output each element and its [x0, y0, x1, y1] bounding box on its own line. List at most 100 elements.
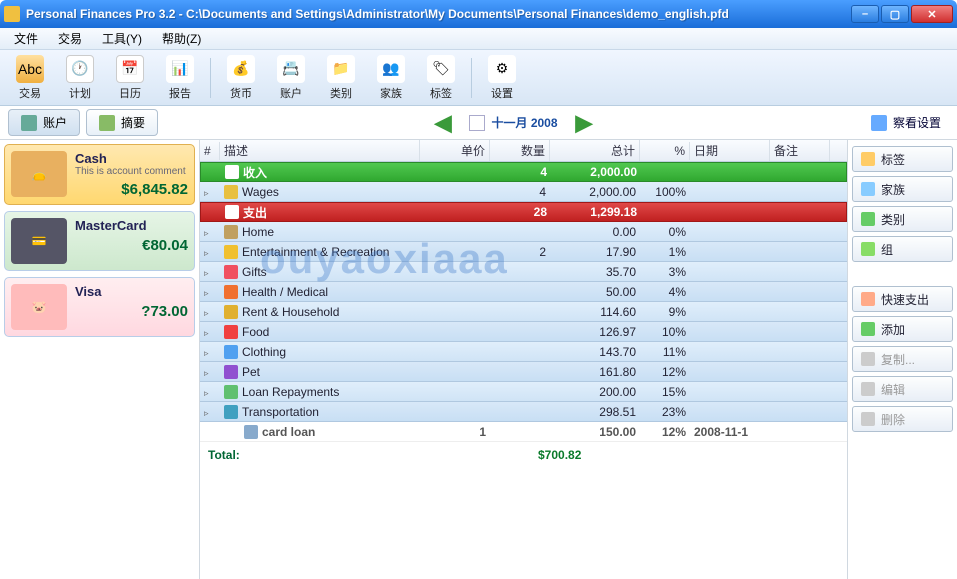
category-icon [224, 365, 238, 379]
panel-quick-expense-button[interactable]: 快速支出 [852, 286, 953, 312]
group-income[interactable]: 收入 42,000.00 [200, 162, 847, 182]
panel-edit-button[interactable]: 编辑 [852, 376, 953, 402]
category-icon [224, 325, 238, 339]
total: 0.00 [550, 224, 640, 240]
month-label[interactable]: 十一月 2008 [469, 114, 557, 131]
copy-icon [861, 352, 875, 366]
piggy-icon: 🐷 [11, 284, 67, 330]
panel-categories-button[interactable]: 类别 [852, 206, 953, 232]
menu-file[interactable]: 文件 [6, 28, 46, 49]
tab-accounts[interactable]: 账户 [8, 109, 80, 136]
close-button[interactable]: ✕ [911, 5, 953, 23]
main-toolbar: Abc交易 🕐计划 📅日历 📊报告 💰货币 📇账户 📁类别 👥家族 🏷标签 ⚙设… [0, 50, 957, 106]
category-label: Pet [242, 365, 260, 379]
month-navigator: ◀ 十一月 2008 ▶ [164, 110, 863, 136]
wallet-icon: 👝 [11, 151, 67, 197]
tab-summary[interactable]: 摘要 [86, 109, 158, 136]
menu-tools[interactable]: 工具(Y) [94, 28, 150, 49]
pct: 0% [640, 224, 690, 240]
category-row[interactable]: ▹Food126.9710% [200, 322, 847, 342]
col-price[interactable]: 单价 [420, 140, 490, 161]
item-icon [244, 425, 258, 439]
toolbar-transactions[interactable]: Abc交易 [6, 53, 54, 103]
category-row[interactable]: ▹Clothing143.7011% [200, 342, 847, 362]
col-total[interactable]: 总计 [550, 140, 640, 161]
expand-icon[interactable]: ▹ [204, 188, 214, 199]
next-month-button[interactable]: ▶ [576, 110, 593, 136]
tag-icon [861, 152, 875, 166]
transaction-row[interactable]: card loan 1 150.00 12% 2008-11-1 [200, 422, 847, 442]
expand-icon[interactable]: ▹ [204, 388, 214, 399]
grid-header: # 描述 单价 数量 总计 % 日期 备注 [200, 140, 847, 162]
panel-copy-button[interactable]: 复制... [852, 346, 953, 372]
toolbar-accounts[interactable]: 📇账户 [267, 53, 315, 103]
toolbar-categories[interactable]: 📁类别 [317, 53, 365, 103]
expand-icon[interactable]: ▹ [204, 308, 214, 319]
category-row[interactable]: ▹Rent & Household114.609% [200, 302, 847, 322]
qty [490, 311, 550, 313]
category-row[interactable]: ▹Wages42,000.00100% [200, 182, 847, 202]
expand-icon[interactable]: ▹ [204, 288, 214, 299]
panel-add-button[interactable]: 添加 [852, 316, 953, 342]
account-card-cash[interactable]: 👝 Cash This is account comment $6,845.82 [4, 144, 195, 205]
minimize-button[interactable]: – [851, 5, 879, 23]
menu-help[interactable]: 帮助(Z) [154, 28, 209, 49]
qty [490, 411, 550, 413]
col-pct[interactable]: % [640, 142, 690, 160]
pct: 1% [640, 244, 690, 260]
account-name: Visa [75, 284, 188, 299]
family-icon [861, 182, 875, 196]
qty [490, 231, 550, 233]
category-row[interactable]: ▹Home0.000% [200, 222, 847, 242]
toolbar-currency[interactable]: 💰货币 [217, 53, 265, 103]
flash-icon [861, 292, 875, 306]
app-icon [4, 6, 20, 22]
toolbar-calendar[interactable]: 📅日历 [106, 53, 154, 103]
sub-toolbar: 账户 摘要 ◀ 十一月 2008 ▶ 察看设置 [0, 106, 957, 140]
pct: 4% [640, 284, 690, 300]
col-qty[interactable]: 数量 [490, 140, 550, 161]
col-desc[interactable]: 描述 [220, 140, 420, 161]
expand-icon[interactable]: ▹ [204, 328, 214, 339]
panel-group-button[interactable]: 组 [852, 236, 953, 262]
category-icon [224, 405, 238, 419]
expand-icon[interactable]: ▹ [204, 248, 214, 259]
toolbar-family[interactable]: 👥家族 [367, 53, 415, 103]
category-label: Gifts [242, 265, 267, 279]
expand-icon[interactable]: ▹ [204, 348, 214, 359]
category-row[interactable]: ▹Gifts35.703% [200, 262, 847, 282]
maximize-button[interactable]: ▢ [881, 5, 909, 23]
prev-month-button[interactable]: ◀ [435, 110, 452, 136]
category-row[interactable]: ▹Health / Medical50.004% [200, 282, 847, 302]
expand-icon[interactable]: ▹ [204, 268, 214, 279]
money-icon: 💰 [227, 55, 255, 83]
total: 200.00 [550, 384, 640, 400]
col-num[interactable]: # [200, 142, 220, 160]
account-card-mastercard[interactable]: 💳 MasterCard €80.04 [4, 211, 195, 271]
view-settings-button[interactable]: 察看设置 [863, 110, 949, 135]
toolbar-report[interactable]: 📊报告 [156, 53, 204, 103]
qty [490, 391, 550, 393]
category-label: Entertainment & Recreation [242, 245, 389, 259]
category-row[interactable]: ▹Pet161.8012% [200, 362, 847, 382]
toolbar-settings[interactable]: ⚙设置 [478, 53, 526, 103]
panel-tags-button[interactable]: 标签 [852, 146, 953, 172]
category-row[interactable]: ▹Loan Repayments200.0015% [200, 382, 847, 402]
toolbar-tags[interactable]: 🏷标签 [417, 53, 465, 103]
toolbar-plan[interactable]: 🕐计划 [56, 53, 104, 103]
panel-delete-button[interactable]: 删除 [852, 406, 953, 432]
total-value: $700.82 [538, 448, 581, 462]
group-expense[interactable]: 支出 281,299.18 [200, 202, 847, 222]
expand-icon[interactable]: ▹ [204, 408, 214, 419]
category-row[interactable]: ▹Entertainment & Recreation217.901% [200, 242, 847, 262]
panel-family-button[interactable]: 家族 [852, 176, 953, 202]
col-note[interactable]: 备注 [770, 140, 830, 161]
title-bar: Personal Finances Pro 3.2 - C:\Documents… [0, 0, 957, 28]
category-row[interactable]: ▹Transportation298.5123% [200, 402, 847, 422]
expand-icon[interactable]: ▹ [204, 228, 214, 239]
account-card-visa[interactable]: 🐷 Visa ?73.00 [4, 277, 195, 337]
expand-icon[interactable]: ▹ [204, 368, 214, 379]
action-panel: 标签 家族 类别 组 快速支出 添加 复制... 编辑 删除 [847, 140, 957, 579]
col-date[interactable]: 日期 [690, 140, 770, 161]
menu-transactions[interactable]: 交易 [50, 28, 90, 49]
